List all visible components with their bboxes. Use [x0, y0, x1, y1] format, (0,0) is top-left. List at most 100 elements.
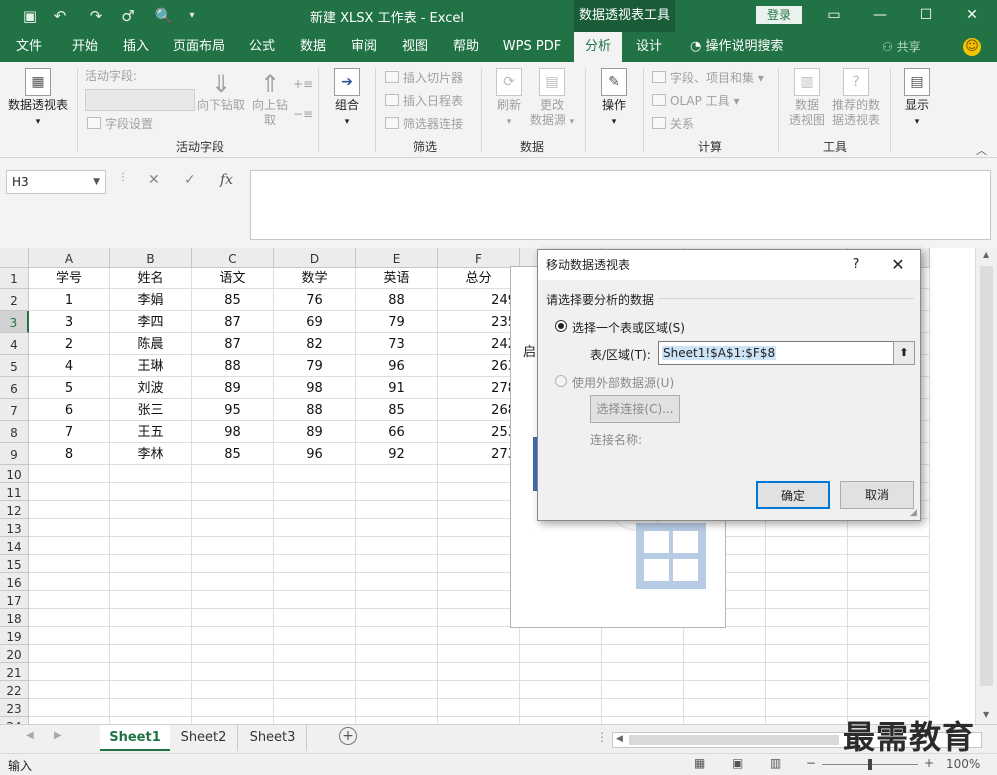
row-header-23[interactable]: 23 [0, 699, 29, 717]
cell[interactable] [438, 519, 520, 537]
cell[interactable] [192, 501, 274, 519]
cell[interactable] [29, 555, 110, 573]
data-cell[interactable]: 96 [356, 355, 438, 377]
data-cell[interactable]: 4 [29, 355, 110, 377]
tab-page-layout[interactable]: 页面布局 [168, 32, 230, 62]
cell[interactable] [274, 501, 356, 519]
data-cell[interactable]: 87 [192, 311, 274, 333]
data-cell[interactable]: 82 [274, 333, 356, 355]
cell[interactable] [274, 717, 356, 724]
cell[interactable] [110, 555, 192, 573]
cell[interactable] [29, 717, 110, 724]
maximize-icon[interactable]: ☐ [914, 4, 938, 26]
cell[interactable] [356, 663, 438, 681]
row-header-19[interactable]: 19 [0, 627, 29, 645]
row-header-22[interactable]: 22 [0, 681, 29, 699]
cell[interactable] [848, 663, 930, 681]
cell[interactable] [110, 573, 192, 591]
data-cell[interactable]: 273 [438, 443, 520, 465]
collapse-ribbon-icon[interactable]: ︿ [976, 142, 987, 158]
cell[interactable] [192, 717, 274, 724]
tab-analyze[interactable]: 分析 [574, 32, 622, 62]
scroll-left-icon[interactable]: ◀ [616, 734, 623, 744]
cell[interactable] [29, 519, 110, 537]
data-cell[interactable]: 235 [438, 311, 520, 333]
scroll-up-icon[interactable]: ▲ [983, 250, 989, 259]
data-cell[interactable]: 69 [274, 311, 356, 333]
row-header-2[interactable]: 2 [0, 289, 29, 311]
data-cell[interactable]: 王五 [110, 421, 192, 443]
customize-qat-icon[interactable]: ▾ [182, 6, 202, 26]
data-cell[interactable]: 73 [356, 333, 438, 355]
data-cell[interactable]: 263 [438, 355, 520, 377]
page-layout-view-icon[interactable]: ▣ [732, 756, 743, 770]
tab-file[interactable]: 文件 [8, 32, 50, 62]
cell[interactable] [110, 717, 192, 724]
cell[interactable] [602, 627, 684, 645]
data-cell[interactable]: 7 [29, 421, 110, 443]
name-box-dropdown-icon[interactable]: ▼ [93, 171, 100, 193]
login-button[interactable]: 登录 [756, 6, 802, 24]
active-field-input[interactable] [85, 89, 195, 111]
cell[interactable] [848, 519, 930, 537]
cell[interactable] [520, 663, 602, 681]
data-cell[interactable]: 242 [438, 333, 520, 355]
cell[interactable] [274, 537, 356, 555]
cell[interactable] [192, 699, 274, 717]
tab-data[interactable]: 数据 [293, 32, 333, 62]
cell[interactable] [29, 609, 110, 627]
header-cell[interactable]: 数学 [274, 268, 356, 289]
tab-view[interactable]: 视图 [395, 32, 435, 62]
cell[interactable] [438, 501, 520, 519]
cell[interactable] [848, 627, 930, 645]
cell[interactable] [438, 591, 520, 609]
row-header-6[interactable]: 6 [0, 377, 29, 399]
cell[interactable] [29, 591, 110, 609]
cell[interactable] [356, 483, 438, 501]
data-cell[interactable]: 95 [192, 399, 274, 421]
tab-review[interactable]: 审阅 [344, 32, 384, 62]
cell[interactable] [684, 645, 766, 663]
cell[interactable] [356, 465, 438, 483]
cell[interactable] [356, 645, 438, 663]
data-cell[interactable]: 1 [29, 289, 110, 311]
tab-help[interactable]: 帮助 [446, 32, 486, 62]
cell[interactable] [684, 627, 766, 645]
data-cell[interactable]: 陈晨 [110, 333, 192, 355]
row-header-20[interactable]: 20 [0, 645, 29, 663]
cell[interactable] [520, 699, 602, 717]
cell[interactable] [110, 699, 192, 717]
radio-external-source-label[interactable]: 使用外部数据源(U) [572, 374, 674, 391]
row-header-18[interactable]: 18 [0, 609, 29, 627]
cell[interactable] [766, 519, 848, 537]
header-cell[interactable]: 姓名 [110, 268, 192, 289]
tab-home[interactable]: 开始 [63, 32, 107, 62]
cell[interactable] [438, 681, 520, 699]
cell[interactable] [766, 699, 848, 717]
cell[interactable] [438, 645, 520, 663]
data-cell[interactable]: 87 [192, 333, 274, 355]
field-settings-button[interactable]: 字段设置 [87, 116, 153, 132]
data-cell[interactable]: 2 [29, 333, 110, 355]
cell[interactable] [192, 663, 274, 681]
cell[interactable] [29, 699, 110, 717]
header-cell[interactable]: 英语 [356, 268, 438, 289]
data-cell[interactable]: 79 [274, 355, 356, 377]
cell[interactable] [520, 717, 602, 724]
add-sheet-icon[interactable]: + [339, 727, 357, 745]
row-header-15[interactable]: 15 [0, 555, 29, 573]
fields-items-sets-button[interactable]: 字段、项目和集 ▾ [652, 70, 764, 86]
cell[interactable] [274, 663, 356, 681]
cell[interactable] [356, 519, 438, 537]
cell[interactable] [848, 591, 930, 609]
cell[interactable] [192, 519, 274, 537]
cell[interactable] [438, 609, 520, 627]
cell[interactable] [110, 645, 192, 663]
cell[interactable] [192, 609, 274, 627]
header-cell[interactable]: 语文 [192, 268, 274, 289]
collapse-dialog-icon[interactable]: ⬆ [893, 341, 915, 365]
data-cell[interactable]: 8 [29, 443, 110, 465]
cell[interactable] [848, 537, 930, 555]
cell[interactable] [766, 573, 848, 591]
row-header-3[interactable]: 3 [0, 311, 29, 333]
